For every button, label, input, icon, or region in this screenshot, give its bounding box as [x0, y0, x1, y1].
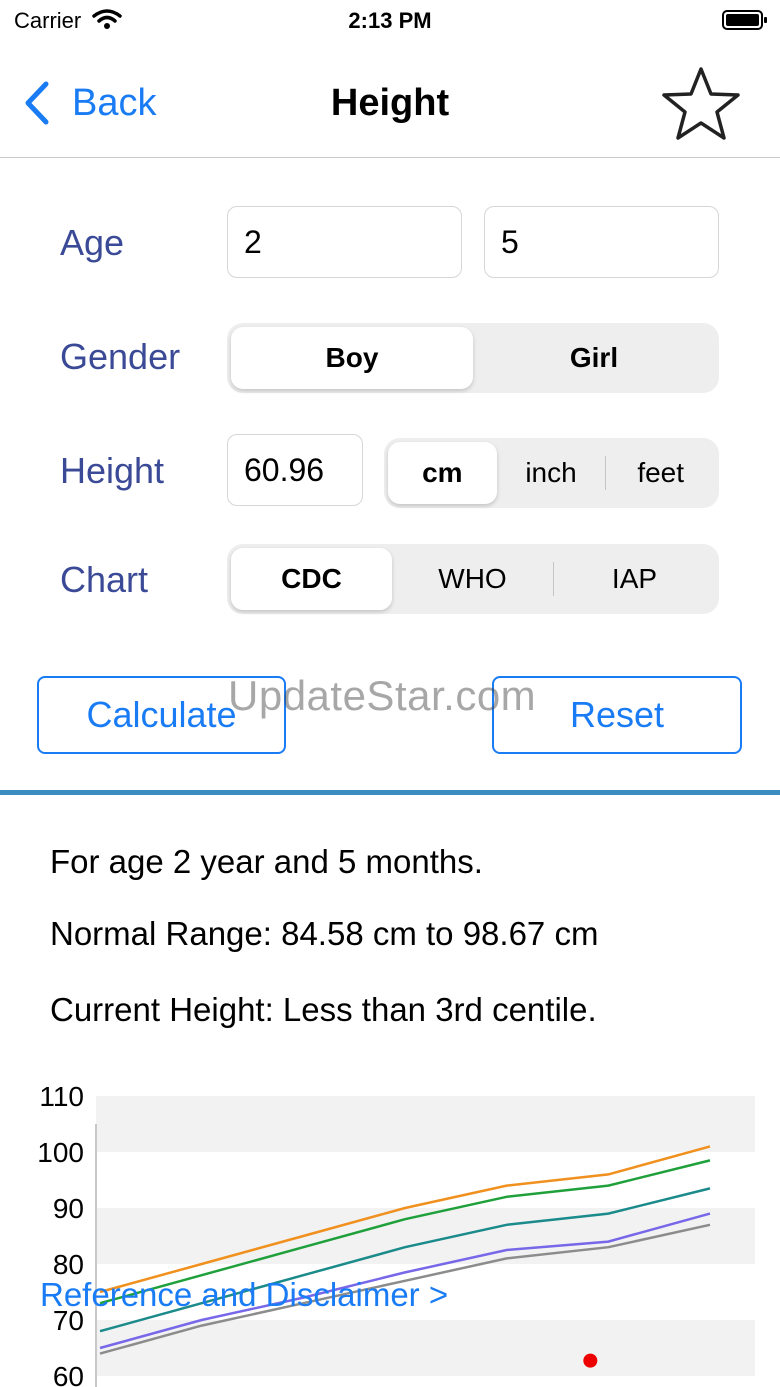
result-current-text: Current Height: Less than 3rd centile. — [50, 991, 597, 1028]
growth-chart: 60708090100110 — [37, 1081, 755, 1387]
chart-label: Chart — [60, 559, 149, 600]
gender-option-boy[interactable]: Boy — [231, 327, 473, 389]
age-label: Age — [60, 222, 125, 263]
chart-y-tick-label: 90 — [53, 1193, 84, 1224]
height-label: Height — [60, 450, 165, 491]
chart-type-segmented-control: CDC WHO IAP — [227, 544, 719, 614]
battery-icon — [722, 10, 767, 30]
result-range-text: Normal Range: 84.58 cm to 98.67 cm — [50, 915, 599, 952]
unit-option-feet[interactable]: feet — [606, 442, 715, 504]
height-unit-segmented-control: cm inch feet — [384, 438, 719, 508]
age-years-field[interactable]: 2 — [227, 206, 462, 278]
height-value-field[interactable]: 60.96 — [227, 434, 363, 506]
chart-y-tick-label: 100 — [37, 1137, 84, 1168]
chart-y-tick-label: 60 — [53, 1361, 84, 1387]
watermark-text: UpdateStar.com — [228, 672, 537, 719]
chart-option-iap[interactable]: IAP — [554, 548, 715, 610]
reference-disclaimer-link[interactable]: Reference and Disclaimer > — [40, 1276, 448, 1314]
status-time: 2:13 PM — [348, 8, 432, 33]
status-bar: Carrier 2:13 PM — [0, 0, 780, 40]
chart-grid-band — [96, 1096, 755, 1152]
gender-segmented-control: Boy Girl — [227, 323, 719, 393]
age-months-field[interactable]: 5 — [484, 206, 719, 278]
unit-option-inch[interactable]: inch — [497, 442, 606, 504]
chart-y-tick-label: 110 — [39, 1081, 84, 1112]
gender-label: Gender — [60, 336, 181, 377]
navigation-bar: Back Height — [0, 40, 780, 158]
unit-option-cm[interactable]: cm — [388, 442, 497, 504]
result-age-text: For age 2 year and 5 months. — [50, 843, 483, 880]
chart-option-who[interactable]: WHO — [392, 548, 553, 610]
section-divider — [0, 790, 780, 795]
chart-current-height-point — [583, 1353, 598, 1368]
gender-option-girl[interactable]: Girl — [473, 327, 715, 389]
favorite-star-icon[interactable] — [660, 64, 742, 144]
chart-option-cdc[interactable]: CDC — [231, 548, 392, 610]
